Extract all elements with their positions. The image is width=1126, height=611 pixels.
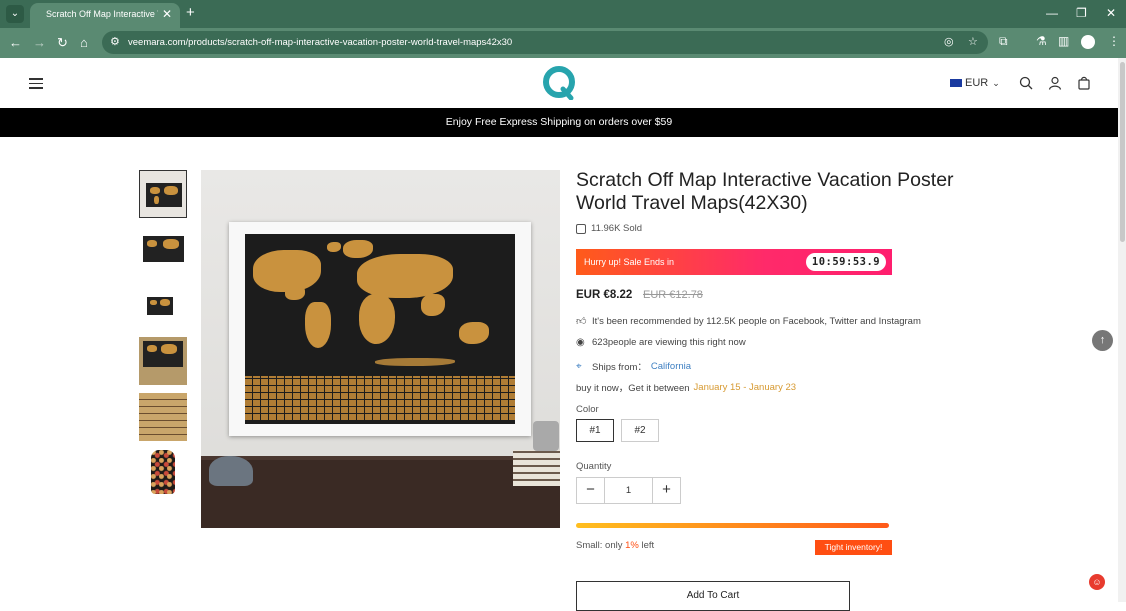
site-info-icon[interactable]: ⚙ [110,35,120,48]
search-icon[interactable] [1019,76,1033,90]
address-bar[interactable]: ⚙ veemara.com/products/scratch-off-map-i… [102,31,988,54]
side-panel-icon[interactable]: ▥ [1058,34,1069,48]
eu-flag-icon [950,79,962,87]
url-text: veemara.com/products/scratch-off-map-int… [128,37,513,48]
ships-from-line: ⌖ Ships from： California [576,359,691,374]
current-price: EUR €8.22 [576,289,633,301]
tight-inventory-badge: Tight inventory! [815,540,892,555]
scrollbar-thumb[interactable] [1120,62,1125,242]
delivery-end: January 23 [749,381,797,393]
home-icon[interactable]: ⌂ [80,35,88,51]
profile-avatar[interactable] [1081,35,1095,49]
gallery-thumbnail-6[interactable] [139,448,187,496]
account-icon[interactable] [1048,76,1062,90]
quantity-stepper: − 1 + [576,477,681,504]
browser-tab-bar: ⌄ Scratch Off Map Interactive Vac ✕ + — … [0,0,1126,28]
delivery-prefix: buy it now，Get it between [576,383,690,394]
back-icon[interactable]: ← [9,35,22,51]
site-header: EUR ⌄ [0,58,1126,108]
eye-off-icon[interactable]: ◎ [944,35,954,48]
thumbs-up-icon: 👍︎ [576,316,587,327]
original-price: EUR €12.78 [643,289,703,301]
shipping-banner: Enjoy Free Express Shipping on orders ov… [0,108,1118,137]
sale-banner: Hurry up! Sale Ends in 10:59:53.9 [576,249,892,275]
sold-text: 11.96K Sold [591,223,643,234]
extensions-icon[interactable]: ⧉ [999,34,1008,49]
browser-menu-icon[interactable]: ⋮ [1108,34,1120,48]
ships-from-label: Ships from： [592,362,647,373]
currency-label: EUR [965,77,989,89]
labs-icon[interactable]: ⚗ [1036,34,1047,48]
sold-count: 11.96K Sold [576,223,642,234]
inventory-suffix: left [641,540,655,551]
quantity-input[interactable]: 1 [604,478,653,503]
new-tab-icon[interactable]: + [186,5,195,21]
chat-icon[interactable]: ☺ [1089,574,1105,590]
location-pin-icon: ⌖ [576,360,582,372]
delivery-line: buy it now，Get it between January 15 - J… [576,380,797,395]
cart-icon[interactable] [1077,76,1091,90]
currency-selector[interactable]: EUR ⌄ [950,77,1000,89]
main-product-image[interactable] [201,170,560,528]
reload-icon[interactable]: ↻ [57,35,68,51]
delivery-separator: - [740,381,750,393]
browser-tab[interactable]: Scratch Off Map Interactive Vac ✕ [30,3,180,28]
brand-logo[interactable] [543,66,577,100]
gallery-thumbnail-4[interactable] [139,337,187,385]
browser-toolbar: ← → ↻ ⌂ ⚙ veemara.com/products/scratch-o… [0,28,1126,58]
quantity-label: Quantity [576,461,612,472]
delivery-start: January 15 [693,381,741,393]
close-window-icon[interactable]: ✕ [1106,6,1116,20]
viewers-line: ◉ 623people are viewing this right now [576,337,746,348]
color-option-1[interactable]: #1 [576,419,614,442]
inventory-text: Small: only 1% left [576,540,654,551]
gallery-thumbnail-1[interactable] [139,170,187,218]
eye-icon: ◉ [576,337,585,348]
bookmark-star-icon[interactable]: ☆ [968,35,978,48]
inventory-progress-bar [576,523,889,528]
elephant-figurine [209,456,253,486]
increase-quantity-button[interactable]: + [653,478,680,503]
bag-icon [576,223,586,234]
tab-search-icon[interactable]: ⌄ [6,5,24,23]
book-stack [513,450,560,486]
color-label: Color [576,404,599,415]
minimize-icon[interactable]: — [1046,6,1058,20]
menu-icon[interactable] [29,78,43,92]
viewers-text: 623people are viewing this right now [592,337,746,348]
decrease-quantity-button[interactable]: − [577,478,604,503]
sale-countdown: 10:59:53.9 [806,253,886,271]
inventory-prefix: Small: only [576,540,623,551]
gallery-thumbnail-3[interactable] [139,281,187,329]
recommendation-line: 👍︎ It's been recommended by 112.5K peopl… [576,316,921,327]
world-map-poster [245,234,515,424]
tab-title: Scratch Off Map Interactive Vac [46,9,158,19]
inventory-percent: 1% [625,540,639,551]
gallery-thumbnail-5[interactable] [139,393,187,441]
ships-from-location[interactable]: California [651,361,691,372]
poster-frame [229,222,531,436]
chevron-down-icon: ⌄ [992,77,1000,88]
add-to-cart-button[interactable]: Add To Cart [576,581,850,611]
restore-icon[interactable]: ❐ [1076,6,1087,20]
gallery-thumbnail-2[interactable] [139,226,187,274]
back-to-top-icon[interactable]: ↑ [1092,330,1113,351]
recommendation-text: It's been recommended by 112.5K people o… [592,316,921,327]
color-option-2[interactable]: #2 [621,419,659,442]
forward-icon[interactable]: → [33,35,46,51]
product-title: Scratch Off Map Interactive Vacation Pos… [576,169,954,214]
sale-text: Hurry up! Sale Ends in [584,257,675,267]
close-tab-icon[interactable]: ✕ [162,7,172,21]
camera-figurine [533,421,559,451]
